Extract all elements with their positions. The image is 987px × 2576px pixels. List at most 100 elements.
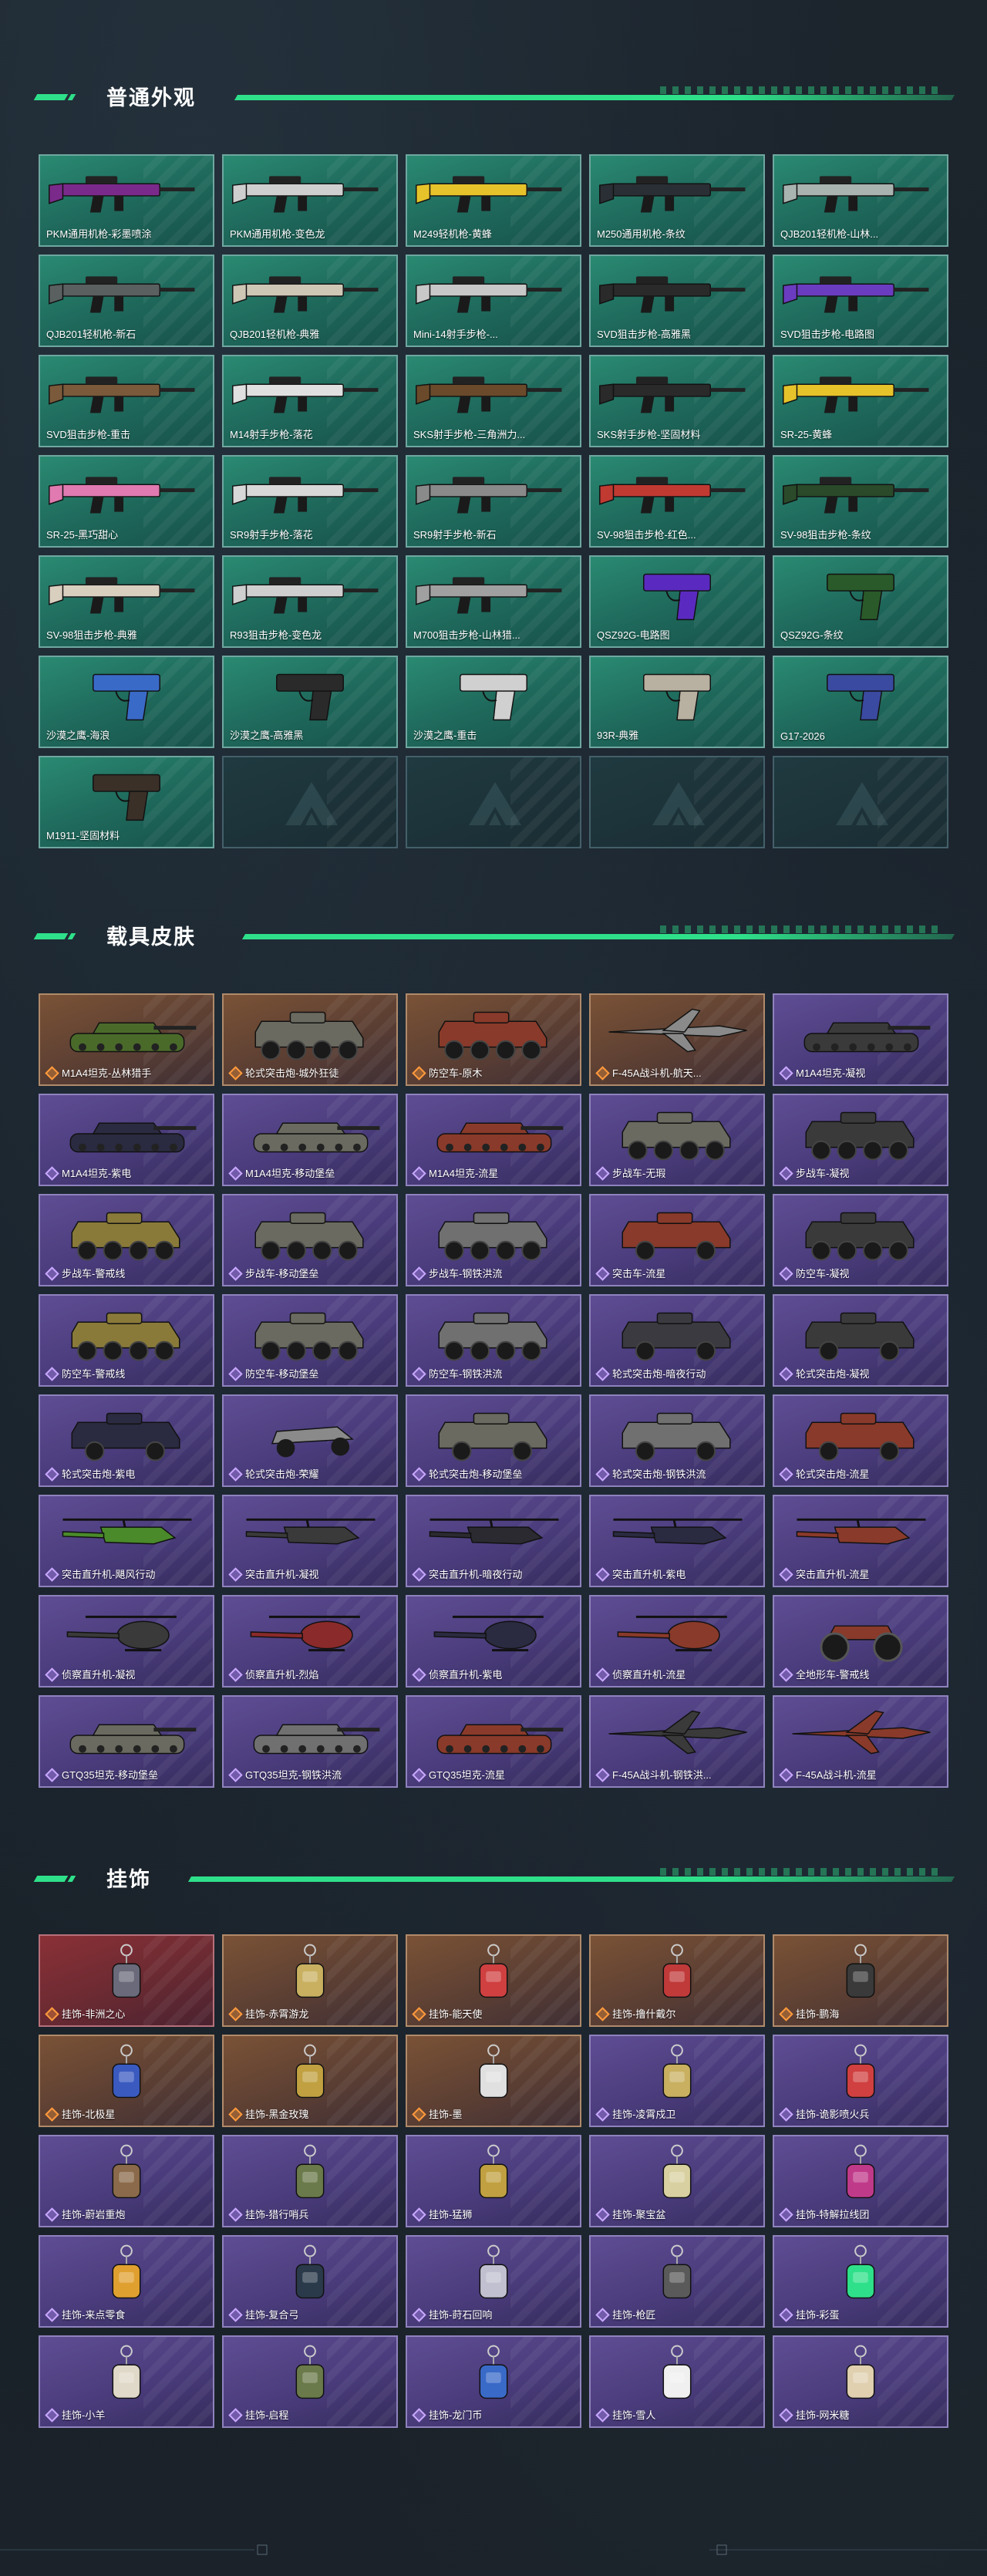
vehicle-card[interactable]: GTQ35坦克-钢铁洪流 <box>222 1695 398 1788</box>
weapon-card[interactable]: G17-2026 <box>773 656 948 748</box>
weapon-card[interactable]: QJB201轻机枪-典雅 <box>222 255 398 347</box>
charm-card[interactable]: 挂饰-北极星 <box>39 2035 214 2127</box>
vehicle-card[interactable]: GTQ35坦克-移动堡垒 <box>39 1695 214 1788</box>
weapon-card[interactable]: M700狙击步枪-山林猎... <box>406 555 581 648</box>
vehicle-card[interactable]: 防空车-原木 <box>406 993 581 1086</box>
weapon-card[interactable]: 93R-典雅 <box>589 656 765 748</box>
charm-card[interactable]: 挂饰-黑金玫瑰 <box>222 2035 398 2127</box>
vehicle-card[interactable]: 轮式突击炮-凝视 <box>773 1294 948 1387</box>
charm-card[interactable]: 挂饰-彩蛋 <box>773 2235 948 2328</box>
vehicle-card[interactable]: 轮式突击炮-暗夜行动 <box>589 1294 765 1387</box>
charm-card[interactable]: 挂饰-启程 <box>222 2335 398 2428</box>
charm-card[interactable]: 挂饰-网米糖 <box>773 2335 948 2428</box>
vehicle-card[interactable]: 防空车-移动堡垒 <box>222 1294 398 1387</box>
vehicle-card[interactable]: M1A4坦克-紫电 <box>39 1094 214 1186</box>
weapon-card[interactable]: 沙漠之鹰-高雅黑 <box>222 656 398 748</box>
weapon-card[interactable]: R93狙击步枪-变色龙 <box>222 555 398 648</box>
vehicle-card[interactable]: 突击直升机-凝视 <box>222 1495 398 1587</box>
vehicle-card[interactable]: M1A4坦克-丛林猎手 <box>39 993 214 1086</box>
vehicle-card[interactable]: 侦察直升机-流星 <box>589 1595 765 1688</box>
vehicle-card[interactable]: 全地形车-警戒线 <box>773 1595 948 1688</box>
weapon-card[interactable]: QJB201轻机枪-山林... <box>773 154 948 247</box>
weapon-card[interactable]: Mini-14射手步枪-... <box>406 255 581 347</box>
charm-card[interactable]: 挂饰-猛狮 <box>406 2135 581 2227</box>
charm-card[interactable]: 挂饰-墨 <box>406 2035 581 2127</box>
weapon-card[interactable]: PKM通用机枪-变色龙 <box>222 154 398 247</box>
charm-card[interactable]: 挂饰-赤霄游龙 <box>222 1934 398 2027</box>
empty-slot-card[interactable] <box>406 756 581 848</box>
vehicle-card[interactable]: 突击直升机-紫电 <box>589 1495 765 1587</box>
vehicle-card[interactable]: 轮式突击炮-紫电 <box>39 1394 214 1487</box>
weapon-card[interactable]: 沙漠之鹰-重击 <box>406 656 581 748</box>
vehicle-card[interactable]: F-45A战斗机-钢铁洪... <box>589 1695 765 1788</box>
charm-card[interactable]: 挂饰-枪匠 <box>589 2235 765 2328</box>
weapon-card[interactable]: PKM通用机枪-彩墨喷涂 <box>39 154 214 247</box>
weapon-card[interactable]: SR9射手步枪-落花 <box>222 455 398 548</box>
vehicle-card[interactable]: 步战车-钢铁洪流 <box>406 1194 581 1286</box>
vehicle-card[interactable]: 步战车-凝视 <box>773 1094 948 1186</box>
charm-card[interactable]: 挂饰-小羊 <box>39 2335 214 2428</box>
charm-card[interactable]: 挂饰-非洲之心 <box>39 1934 214 2027</box>
empty-slot-card[interactable] <box>222 756 398 848</box>
weapon-card[interactable]: QJB201轻机枪-新石 <box>39 255 214 347</box>
weapon-card[interactable]: SR9射手步枪-新石 <box>406 455 581 548</box>
vehicle-card[interactable]: 侦察直升机-紫电 <box>406 1595 581 1688</box>
charm-card[interactable]: 挂饰-聚宝盆 <box>589 2135 765 2227</box>
charm-card[interactable]: 挂饰-雪人 <box>589 2335 765 2428</box>
charm-card[interactable]: 挂饰-特解拉线团 <box>773 2135 948 2227</box>
charm-card[interactable]: 挂饰-凌霄戍卫 <box>589 2035 765 2127</box>
vehicle-card[interactable]: M1A4坦克-移动堡垒 <box>222 1094 398 1186</box>
vehicle-card[interactable]: 轮式突击炮-城外狂徒 <box>222 993 398 1086</box>
vehicle-card[interactable]: 防空车-钢铁洪流 <box>406 1294 581 1387</box>
vehicle-card[interactable]: 防空车-警戒线 <box>39 1294 214 1387</box>
vehicle-card[interactable]: 防空车-凝视 <box>773 1194 948 1286</box>
vehicle-card[interactable]: 轮式突击炮-钢铁洪流 <box>589 1394 765 1487</box>
charm-card[interactable]: 挂饰-蔚岩重炮 <box>39 2135 214 2227</box>
vehicle-card[interactable]: 步战车-警戒线 <box>39 1194 214 1286</box>
vehicle-card[interactable]: M1A4坦克-凝视 <box>773 993 948 1086</box>
weapon-card[interactable]: SKS射手步枪-三角洲力... <box>406 355 581 447</box>
charm-card[interactable]: 挂饰-复合弓 <box>222 2235 398 2328</box>
weapon-card[interactable]: M14射手步枪-落花 <box>222 355 398 447</box>
weapon-card[interactable]: QSZ92G-电路图 <box>589 555 765 648</box>
weapon-card[interactable]: SVD狙击步枪-电路图 <box>773 255 948 347</box>
weapon-card[interactable]: SVD狙击步枪-重击 <box>39 355 214 447</box>
charm-card[interactable]: 挂饰-鹏海 <box>773 1934 948 2027</box>
charm-card[interactable]: 挂饰-诡影喷火兵 <box>773 2035 948 2127</box>
vehicle-card[interactable]: 侦察直升机-凝视 <box>39 1595 214 1688</box>
weapon-card[interactable]: M250通用机枪-条纹 <box>589 154 765 247</box>
vehicle-card[interactable]: 步战车-移动堡垒 <box>222 1194 398 1286</box>
vehicle-card[interactable]: M1A4坦克-流星 <box>406 1094 581 1186</box>
vehicle-card[interactable]: F-45A战斗机-航天... <box>589 993 765 1086</box>
charm-card[interactable]: 挂饰-猎行哨兵 <box>222 2135 398 2227</box>
charm-card[interactable]: 挂饰-来点零食 <box>39 2235 214 2328</box>
weapon-card[interactable]: SR-25-黑巧甜心 <box>39 455 214 548</box>
vehicle-card[interactable]: 步战车-无瑕 <box>589 1094 765 1186</box>
vehicle-card[interactable]: 突击直升机-飓风行动 <box>39 1495 214 1587</box>
vehicle-card[interactable]: F-45A战斗机-流星 <box>773 1695 948 1788</box>
weapon-card[interactable]: 沙漠之鹰-海浪 <box>39 656 214 748</box>
vehicle-card[interactable]: 侦察直升机-烈焰 <box>222 1595 398 1688</box>
empty-slot-card[interactable] <box>589 756 765 848</box>
charm-card[interactable]: 挂饰-能天使 <box>406 1934 581 2027</box>
charm-card[interactable]: 挂饰-莳石回响 <box>406 2235 581 2328</box>
charm-card[interactable]: 挂饰-龙门币 <box>406 2335 581 2428</box>
weapon-card[interactable]: SV-98狙击步枪-条纹 <box>773 455 948 548</box>
vehicle-card[interactable]: 轮式突击炮-荣耀 <box>222 1394 398 1487</box>
vehicle-card[interactable]: 轮式突击炮-移动堡垒 <box>406 1394 581 1487</box>
weapon-card[interactable]: M249轻机枪-黄蜂 <box>406 154 581 247</box>
weapon-card[interactable]: SR-25-黄蜂 <box>773 355 948 447</box>
weapon-card[interactable]: SV-98狙击步枪-红色... <box>589 455 765 548</box>
vehicle-card[interactable]: 突击车-流星 <box>589 1194 765 1286</box>
vehicle-card[interactable]: GTQ35坦克-流星 <box>406 1695 581 1788</box>
weapon-card[interactable]: QSZ92G-条纹 <box>773 555 948 648</box>
charm-card[interactable]: 挂饰-撸什戴尔 <box>589 1934 765 2027</box>
weapon-card[interactable]: SVD狙击步枪-高雅黑 <box>589 255 765 347</box>
weapon-card[interactable]: SKS射手步枪-坚固材料 <box>589 355 765 447</box>
weapon-card[interactable]: SV-98狙击步枪-典雅 <box>39 555 214 648</box>
empty-slot-card[interactable] <box>773 756 948 848</box>
vehicle-card[interactable]: 突击直升机-暗夜行动 <box>406 1495 581 1587</box>
vehicle-card[interactable]: 突击直升机-流星 <box>773 1495 948 1587</box>
weapon-card[interactable]: M1911-坚固材料 <box>39 756 214 848</box>
vehicle-card[interactable]: 轮式突击炮-流星 <box>773 1394 948 1487</box>
